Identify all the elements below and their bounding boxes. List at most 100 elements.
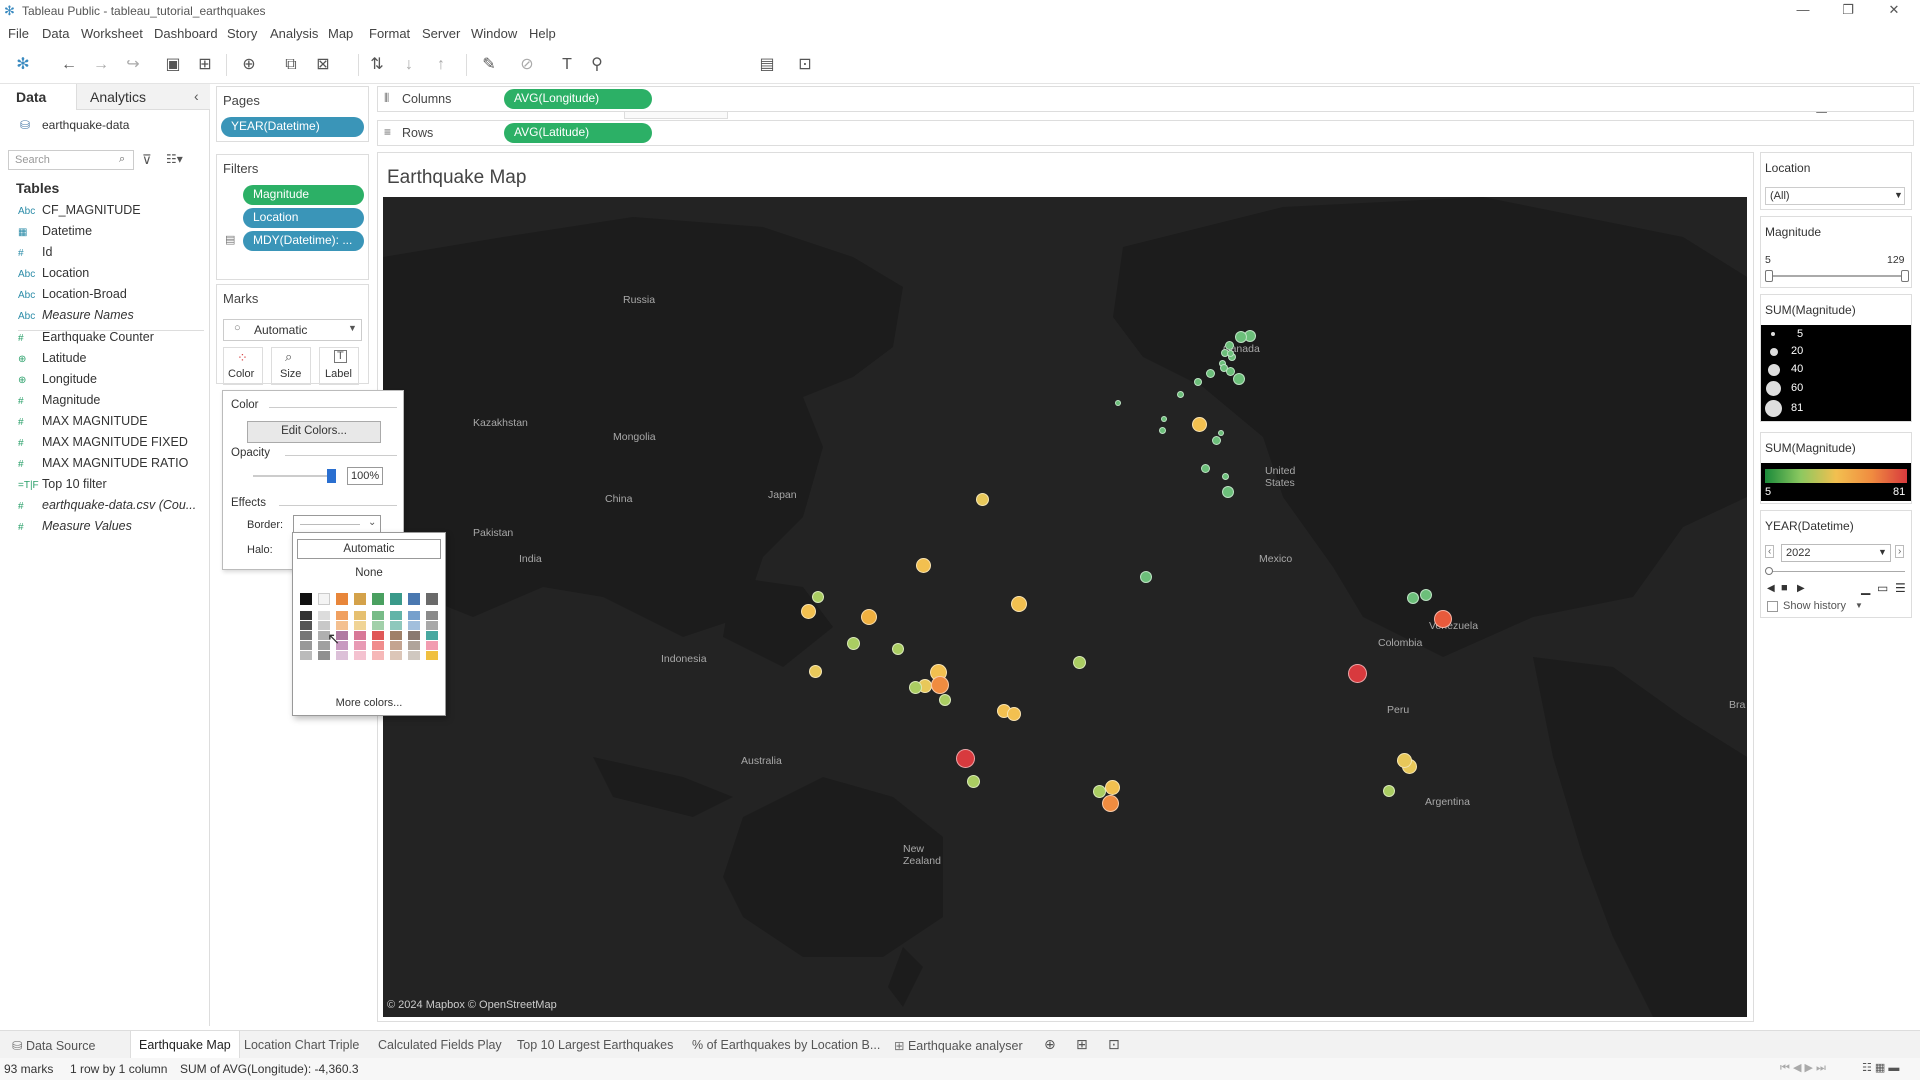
color-swatch[interactable] (372, 593, 384, 605)
color-swatch[interactable] (300, 621, 312, 630)
earthquake-mark[interactable] (1101, 794, 1119, 812)
color-swatch[interactable] (300, 631, 312, 640)
color-swatch[interactable] (390, 641, 402, 650)
filter-pill-location[interactable]: Location (243, 208, 364, 228)
columns-shelf[interactable]: ⦀ Columns AVG(Longitude) (377, 86, 1914, 112)
earthquake-mark[interactable] (1191, 416, 1207, 432)
pin-icon[interactable]: ⚲ (586, 54, 608, 76)
color-swatch[interactable] (426, 651, 438, 660)
earthquake-mark[interactable] (1140, 571, 1152, 583)
earthquake-mark[interactable] (966, 774, 980, 788)
color-swatch[interactable] (372, 651, 384, 660)
filter-icon[interactable]: ⊽ (142, 152, 152, 168)
nav-first-icon[interactable]: ⏮ ◀ ▶ ⏭ (1780, 1061, 1826, 1075)
color-swatch[interactable] (390, 631, 402, 640)
earthquake-mark[interactable] (892, 643, 904, 655)
filter-pill-magnitude[interactable]: Magnitude (243, 185, 364, 205)
new-dashboard-tab-icon[interactable]: ⊞ (1076, 1036, 1088, 1053)
color-swatch[interactable] (426, 641, 438, 650)
data-source-name[interactable]: earthquake-data (42, 118, 129, 132)
field-item[interactable]: ⊕ Latitude (18, 351, 86, 372)
color-swatch[interactable] (390, 611, 402, 620)
clear-sheet-icon[interactable]: ⊠ (312, 54, 334, 76)
color-swatch[interactable] (354, 631, 366, 640)
rows-pill[interactable]: AVG(Latitude) (504, 123, 652, 143)
earthquake-mark[interactable] (1011, 596, 1027, 612)
color-swatch[interactable] (426, 631, 438, 640)
color-swatch[interactable] (318, 611, 330, 620)
earthquake-mark[interactable] (1233, 373, 1245, 385)
color-swatch[interactable] (372, 621, 384, 630)
color-swatch[interactable] (354, 611, 366, 620)
earthquake-mark[interactable] (931, 676, 949, 694)
field-item[interactable]: # Earthquake Counter (18, 330, 154, 351)
field-item[interactable]: # Magnitude (18, 393, 100, 414)
page-slider-track[interactable] (1769, 571, 1905, 572)
earthquake-mark[interactable] (1407, 592, 1419, 604)
color-swatch[interactable] (354, 621, 366, 630)
color-swatch[interactable] (336, 651, 348, 660)
color-swatch[interactable] (390, 651, 402, 660)
step-back-icon[interactable]: ◀ (1767, 583, 1775, 594)
earthquake-mark[interactable] (1211, 435, 1221, 445)
color-swatch[interactable] (408, 641, 420, 650)
view-options-icon[interactable]: ☷▾ (166, 152, 183, 166)
menu-server[interactable]: Server (422, 26, 460, 41)
mark-type-dropdown[interactable]: ○ Automatic ▼ (223, 319, 362, 341)
earthquake-mark[interactable] (1194, 378, 1202, 386)
menu-story[interactable]: Story (227, 26, 257, 41)
color-swatch[interactable] (318, 593, 330, 605)
earthquake-mark[interactable] (1104, 779, 1120, 795)
color-button[interactable]: ⁘ Color (223, 347, 263, 385)
columns-pill[interactable]: AVG(Longitude) (504, 89, 652, 109)
new-worksheet-icon[interactable]: ⊕ (238, 54, 260, 76)
menu-window[interactable]: Window (471, 26, 517, 41)
earthquake-mark[interactable] (800, 603, 816, 619)
tab-data[interactable]: Data (16, 89, 46, 105)
earthquake-mark[interactable] (1218, 430, 1224, 436)
show-history-label[interactable]: Show history (1783, 600, 1846, 612)
earthquake-mark[interactable] (1200, 463, 1210, 473)
earthquake-mark[interactable] (846, 636, 860, 650)
color-swatch[interactable] (300, 593, 312, 605)
new-data-source-icon[interactable]: ⊞ (194, 54, 216, 76)
group-icon[interactable]: ⊘ (516, 54, 538, 76)
magnitude-range-track[interactable] (1769, 275, 1905, 277)
menu-analysis[interactable]: Analysis (270, 26, 318, 41)
color-swatch[interactable] (372, 641, 384, 650)
edit-colors-button[interactable]: Edit Colors... (247, 421, 381, 443)
field-item[interactable]: Abc Location (18, 266, 89, 287)
earthquake-mark[interactable] (808, 664, 822, 678)
speed-medium-icon[interactable]: ▭ (1877, 581, 1888, 595)
color-swatch[interactable] (300, 611, 312, 620)
close-icon[interactable]: ✕ (1879, 2, 1909, 18)
menu-worksheet[interactable]: Worksheet (81, 26, 143, 41)
color-swatch[interactable] (408, 593, 420, 605)
color-swatch[interactable] (408, 631, 420, 640)
earthquake-mark[interactable] (1225, 366, 1235, 376)
earthquake-mark[interactable] (1226, 349, 1234, 357)
show-cards-icon[interactable]: ▤ (756, 54, 778, 76)
magnitude-range-min-handle[interactable] (1765, 270, 1773, 282)
sort-ascending-icon[interactable]: ↓ (398, 54, 420, 76)
speed-fast-icon[interactable]: ☰ (1895, 581, 1906, 595)
earthquake-mark[interactable] (1072, 655, 1086, 669)
tab-calculated-fields-play[interactable]: Calculated Fields Play (370, 1031, 510, 1059)
border-dropdown[interactable]: ⌄ (293, 515, 381, 533)
menu-help[interactable]: Help (529, 26, 556, 41)
swap-icon[interactable]: ⇅ (366, 54, 388, 76)
earthquake-mark[interactable] (1235, 331, 1247, 343)
page-slider-handle[interactable] (1765, 567, 1773, 575)
year-dropdown[interactable]: 2022 ▼ (1781, 544, 1891, 562)
location-filter-dropdown[interactable]: (All) ▼ (1765, 187, 1905, 205)
field-item[interactable]: =T|F Top 10 filter (18, 477, 107, 498)
earthquake-mark[interactable] (1383, 785, 1395, 797)
earthquake-mark[interactable] (861, 609, 877, 625)
field-item[interactable]: # earthquake-data.csv (Cou... (18, 498, 196, 519)
new-worksheet-tab-icon[interactable]: ⊕ (1044, 1036, 1056, 1053)
size-button[interactable]: ⌕ Size (271, 347, 311, 385)
menu-file[interactable]: File (8, 26, 29, 41)
previous-page-icon[interactable]: ‹ (1765, 545, 1775, 558)
color-swatch[interactable] (408, 651, 420, 660)
earthquake-mark[interactable] (1396, 752, 1412, 768)
